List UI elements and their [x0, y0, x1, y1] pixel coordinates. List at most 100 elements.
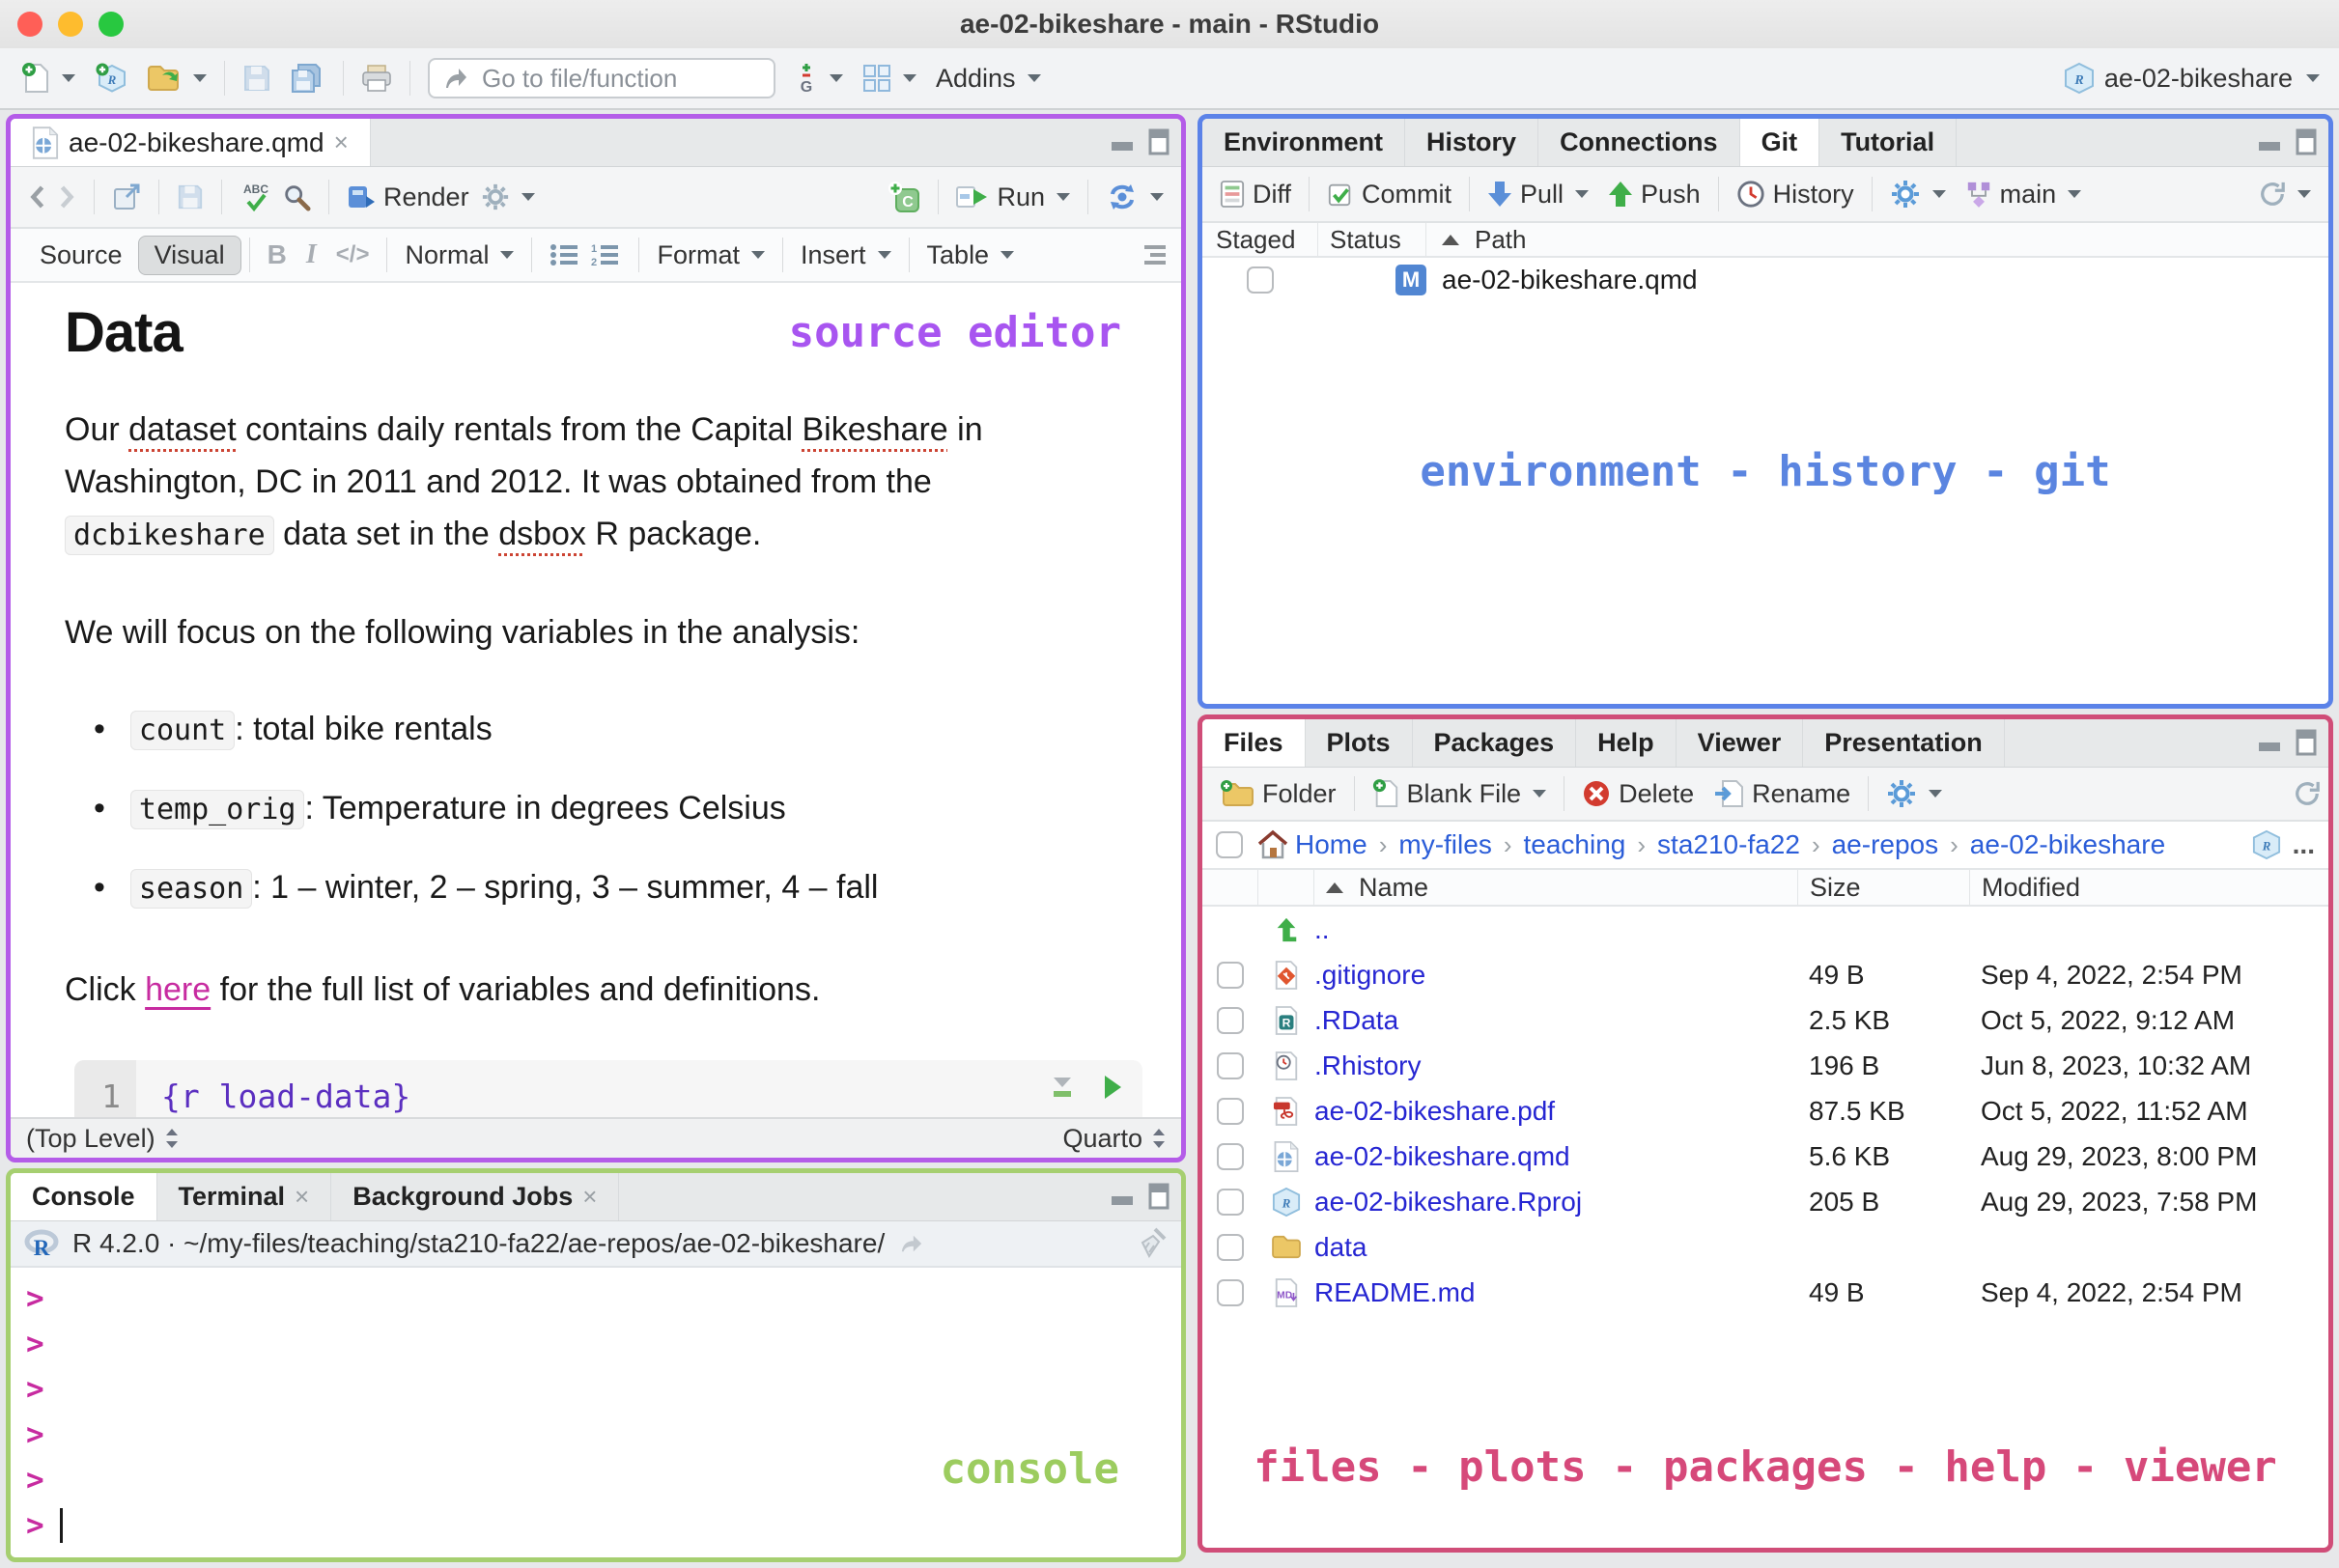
goto-file-input[interactable]: [480, 62, 731, 95]
column-header-staged[interactable]: Staged: [1202, 223, 1318, 256]
tab-packages[interactable]: Packages: [1413, 719, 1577, 767]
italic-button[interactable]: I: [296, 239, 326, 270]
file-row-rhistory[interactable]: .Rhistory 196 B Jun 8, 2023, 10:32 AM: [1202, 1043, 2328, 1088]
tab-history[interactable]: History: [1405, 119, 1539, 166]
render-options-button[interactable]: [479, 174, 545, 220]
addins-menu[interactable]: Addins: [926, 55, 1051, 101]
mode-visual-button[interactable]: Visual: [137, 235, 241, 275]
new-file-button[interactable]: [12, 55, 85, 101]
maximize-pane-icon[interactable]: [2296, 729, 2317, 756]
table-menu[interactable]: Table: [917, 232, 1025, 278]
home-icon[interactable]: [1256, 829, 1289, 860]
minimize-pane-icon[interactable]: [2257, 732, 2282, 753]
git-refresh-button[interactable]: [2249, 171, 2321, 217]
run-button[interactable]: Run: [946, 174, 1080, 220]
spellcheck-button[interactable]: ABC: [230, 174, 282, 220]
save-button[interactable]: [233, 55, 281, 101]
tab-help[interactable]: Help: [1576, 719, 1677, 767]
numbered-list-button[interactable]: 12: [590, 232, 631, 278]
pull-button[interactable]: Pull: [1478, 171, 1598, 217]
maximize-pane-icon[interactable]: [1148, 1183, 1170, 1210]
column-header-status[interactable]: Status: [1318, 223, 1426, 256]
select-all-checkbox[interactable]: [1216, 831, 1243, 858]
file-checkbox[interactable]: [1217, 1006, 1244, 1034]
paragraph-style-menu[interactable]: Normal: [395, 232, 523, 278]
save-document-button[interactable]: [167, 174, 213, 220]
forward-button[interactable]: [57, 174, 86, 220]
rerun-button[interactable]: [1096, 174, 1173, 220]
document-content[interactable]: source editor Data Our dataset contains …: [11, 283, 1181, 1117]
delete-file-button[interactable]: Delete: [1572, 770, 1704, 817]
editor-tab[interactable]: ae-02-bikeshare.qmd ×: [11, 119, 371, 166]
push-button[interactable]: Push: [1598, 171, 1710, 217]
file-checkbox[interactable]: [1217, 1188, 1244, 1216]
insert-chunk-button[interactable]: C: [878, 174, 930, 220]
insert-menu[interactable]: Insert: [791, 232, 901, 278]
tab-files[interactable]: Files: [1202, 719, 1306, 767]
console-content[interactable]: > > > > > > console: [11, 1268, 1181, 1557]
git-file-row[interactable]: M ae-02-bikeshare.qmd: [1202, 258, 2328, 302]
breadcrumb-more[interactable]: ...: [2293, 829, 2315, 860]
clear-console-icon[interactable]: [1135, 1227, 1168, 1260]
file-row-pdf[interactable]: ae-02-bikeshare.pdf 87.5 KB Oct 5, 2022,…: [1202, 1088, 2328, 1134]
bold-button[interactable]: B: [258, 239, 296, 270]
minimize-pane-icon[interactable]: [2257, 131, 2282, 153]
file-row-data-folder[interactable]: data: [1202, 1224, 2328, 1270]
commit-button[interactable]: Commit: [1317, 171, 1461, 217]
tab-connections[interactable]: Connections: [1538, 119, 1740, 166]
file-type-selector[interactable]: Quarto: [1062, 1124, 1166, 1154]
branch-menu[interactable]: main: [1956, 171, 2092, 217]
maximize-pane-icon[interactable]: [2296, 128, 2317, 155]
here-link[interactable]: here: [145, 971, 211, 1008]
tab-tutorial[interactable]: Tutorial: [1819, 119, 1958, 166]
file-checkbox[interactable]: [1217, 961, 1244, 989]
column-header-size[interactable]: Size: [1797, 870, 1969, 905]
diff-button[interactable]: Diff: [1210, 171, 1301, 217]
minimize-pane-icon[interactable]: [1110, 1186, 1135, 1207]
render-button[interactable]: Render: [337, 174, 479, 220]
rename-file-button[interactable]: Rename: [1704, 770, 1860, 817]
staged-checkbox[interactable]: [1247, 266, 1274, 294]
close-tab-icon[interactable]: ×: [295, 1182, 309, 1212]
print-button[interactable]: [352, 55, 402, 101]
close-tab-icon[interactable]: ×: [582, 1182, 597, 1212]
close-tab-icon[interactable]: ×: [334, 127, 349, 157]
refresh-icon[interactable]: [2294, 780, 2321, 807]
outline-toggle-icon[interactable]: [1139, 243, 1168, 266]
new-folder-button[interactable]: Folder: [1210, 770, 1346, 817]
file-checkbox[interactable]: [1217, 1097, 1244, 1125]
file-checkbox[interactable]: [1217, 1278, 1244, 1306]
breadcrumb-teaching[interactable]: teaching: [1524, 829, 1626, 860]
file-checkbox[interactable]: [1217, 1233, 1244, 1261]
maximize-pane-icon[interactable]: [1148, 128, 1170, 155]
popout-button[interactable]: [102, 174, 151, 220]
tab-plots[interactable]: Plots: [1306, 719, 1413, 767]
code-chunk[interactable]: 1{r load-data} 2#| message: false 3bikes…: [74, 1060, 1142, 1117]
scope-selector[interactable]: (Top Level): [26, 1124, 179, 1154]
bullet-list-button[interactable]: [540, 232, 590, 278]
tab-terminal[interactable]: Terminal ×: [157, 1173, 332, 1220]
new-project-button[interactable]: R: [85, 55, 137, 101]
file-checkbox[interactable]: [1217, 1051, 1244, 1079]
r-project-icon[interactable]: R: [2252, 829, 2281, 860]
format-menu[interactable]: Format: [647, 232, 775, 278]
files-more-button[interactable]: [1876, 770, 1952, 817]
file-row-updir[interactable]: ..: [1202, 907, 2328, 952]
open-in-folder-icon[interactable]: [898, 1232, 925, 1255]
breadcrumb-ae-repos[interactable]: ae-repos: [1832, 829, 1939, 860]
breadcrumb-sta210-fa22[interactable]: sta210-fa22: [1657, 829, 1800, 860]
file-row-rdata[interactable]: R .RData 2.5 KB Oct 5, 2022, 9:12 AM: [1202, 997, 2328, 1043]
new-blank-file-button[interactable]: Blank File: [1363, 770, 1557, 817]
tab-presentation[interactable]: Presentation: [1803, 719, 2005, 767]
column-header-modified[interactable]: Modified: [1969, 870, 2328, 905]
workspace-panes-button[interactable]: [853, 55, 926, 101]
column-header-name[interactable]: Name: [1314, 873, 1797, 903]
breadcrumb-home[interactable]: Home: [1295, 829, 1367, 860]
code-format-button[interactable]: </>: [326, 241, 380, 268]
column-header-path[interactable]: Path: [1426, 225, 2328, 255]
breadcrumb-my-files[interactable]: my-files: [1398, 829, 1491, 860]
tab-background-jobs[interactable]: Background Jobs ×: [331, 1173, 620, 1220]
back-button[interactable]: [18, 174, 57, 220]
minimize-pane-icon[interactable]: [1110, 131, 1135, 153]
tab-viewer[interactable]: Viewer: [1677, 719, 1804, 767]
